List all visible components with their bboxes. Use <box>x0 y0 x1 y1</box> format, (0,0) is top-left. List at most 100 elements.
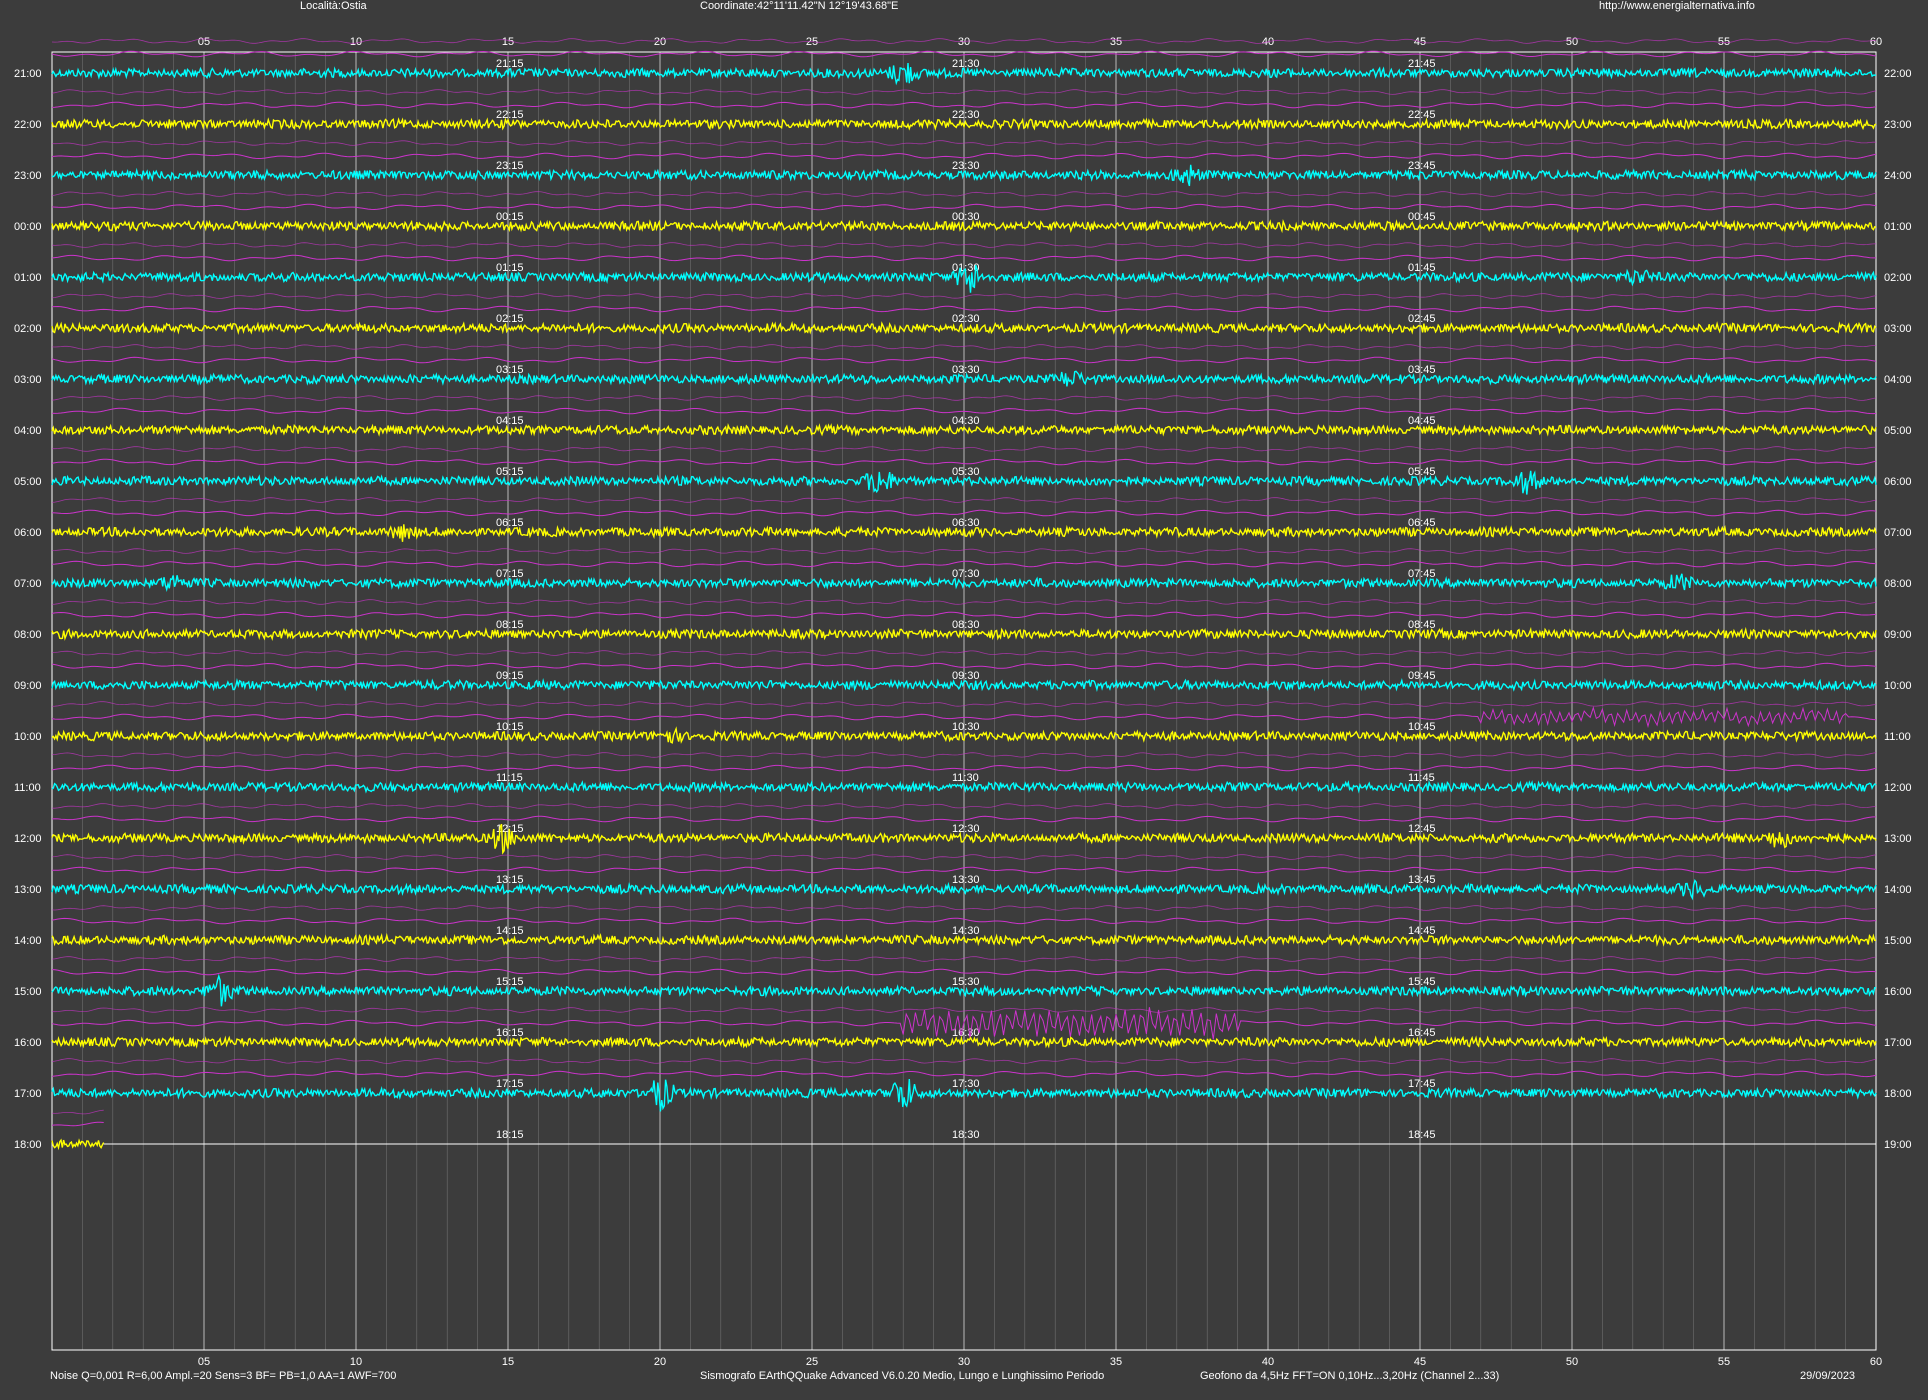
quarter-time-label: 21:45 <box>1408 58 1436 70</box>
quarter-time-label: 22:15 <box>496 109 524 121</box>
quarter-time-label: 13:15 <box>496 874 524 886</box>
quarter-time-label: 07:30 <box>952 568 980 580</box>
row-time-label-left: 00:00 <box>14 221 42 233</box>
quarter-time-label: 16:45 <box>1408 1027 1436 1039</box>
quarter-time-label: 14:15 <box>496 925 524 937</box>
quarter-time-label: 14:45 <box>1408 925 1436 937</box>
row-time-label-left: 18:00 <box>14 1139 42 1151</box>
row-time-label-right: 10:00 <box>1884 680 1912 692</box>
long-period-trace <box>51 1121 104 1127</box>
row-time-label-left: 22:00 <box>14 119 42 131</box>
quarter-time-label: 02:30 <box>952 313 980 325</box>
very-long-period-trace <box>51 1109 104 1115</box>
row-time-label-left: 11:00 <box>14 782 41 794</box>
quarter-time-label: 10:15 <box>496 721 524 733</box>
quarter-time-label: 23:15 <box>496 160 524 172</box>
row-time-label-left: 12:00 <box>14 833 42 845</box>
x-tick-label-bottom: 40 <box>1262 1356 1274 1368</box>
row-time-label-left: 17:00 <box>14 1088 42 1100</box>
quarter-time-label: 15:30 <box>952 976 980 988</box>
x-tick-label-top: 20 <box>654 36 666 48</box>
row-time-label-right: 03:00 <box>1884 323 1912 335</box>
row-time-label-left: 03:00 <box>14 374 42 386</box>
x-tick-label-bottom: 10 <box>350 1356 362 1368</box>
quarter-time-label: 09:30 <box>952 670 980 682</box>
row-time-label-right: 05:00 <box>1884 425 1912 437</box>
quarter-time-label: 04:45 <box>1408 415 1436 427</box>
quarter-time-label: 09:45 <box>1408 670 1436 682</box>
quarter-time-label: 17:15 <box>496 1078 524 1090</box>
quarter-time-label: 22:45 <box>1408 109 1436 121</box>
row-time-label-right: 02:00 <box>1884 272 1912 284</box>
x-tick-label-top: 15 <box>502 36 514 48</box>
quarter-time-label: 00:30 <box>952 211 980 223</box>
date-label: 29/09/2023 <box>1800 1370 1856 1382</box>
x-tick-label-bottom: 50 <box>1566 1356 1578 1368</box>
quarter-time-label: 11:45 <box>1408 772 1435 784</box>
row-time-label-right: 16:00 <box>1884 986 1912 998</box>
settings-label: Noise Q=0,001 R=6,00 Ampl.=20 Sens=3 BF=… <box>50 1370 397 1382</box>
quarter-time-label: 18:30 <box>952 1129 980 1141</box>
row-time-label-left: 02:00 <box>14 323 42 335</box>
x-tick-label-top: 60 <box>1870 36 1882 48</box>
quarter-time-label: 23:30 <box>952 160 980 172</box>
quarter-time-label: 04:30 <box>952 415 980 427</box>
quarter-time-label: 08:15 <box>496 619 524 631</box>
row-time-label-right: 13:00 <box>1884 833 1912 845</box>
quarter-time-label: 21:15 <box>496 58 524 70</box>
quarter-time-label: 17:30 <box>952 1078 980 1090</box>
quarter-time-label: 18:45 <box>1408 1129 1436 1141</box>
row-time-label-left: 10:00 <box>14 731 42 743</box>
row-time-label-right: 22:00 <box>1884 68 1912 80</box>
quarter-time-label: 14:30 <box>952 925 980 937</box>
quarter-time-label: 03:30 <box>952 364 980 376</box>
row-time-label-right: 17:00 <box>1884 1037 1912 1049</box>
quarter-time-label: 08:30 <box>952 619 980 631</box>
quarter-time-label: 13:45 <box>1408 874 1436 886</box>
quarter-time-label: 00:45 <box>1408 211 1436 223</box>
x-tick-label-top: 35 <box>1110 36 1122 48</box>
x-tick-label-bottom: 60 <box>1870 1356 1882 1368</box>
quarter-time-label: 23:45 <box>1408 160 1436 172</box>
row-time-label-right: 12:00 <box>1884 782 1912 794</box>
quarter-time-label: 01:45 <box>1408 262 1436 274</box>
quarter-time-label: 05:15 <box>496 466 524 478</box>
row-time-label-left: 08:00 <box>14 629 42 641</box>
row-time-label-right: 19:00 <box>1884 1139 1912 1151</box>
x-tick-label-bottom: 20 <box>654 1356 666 1368</box>
x-tick-label-bottom: 35 <box>1110 1356 1122 1368</box>
row-time-label-left: 07:00 <box>14 578 42 590</box>
quarter-time-label: 15:15 <box>496 976 524 988</box>
row-time-label-right: 06:00 <box>1884 476 1912 488</box>
quarter-time-label: 10:30 <box>952 721 980 733</box>
quarter-time-label: 21:30 <box>952 58 980 70</box>
x-tick-label-bottom: 15 <box>502 1356 514 1368</box>
x-tick-label-top: 50 <box>1566 36 1578 48</box>
seismogram-plot: 0505101015152020252530303535404045455050… <box>14 36 1912 1368</box>
quarter-time-label: 01:15 <box>496 262 524 274</box>
quarter-time-label: 22:30 <box>952 109 980 121</box>
row-time-label-left: 16:00 <box>14 1037 42 1049</box>
x-tick-label-bottom: 25 <box>806 1356 818 1368</box>
quarter-time-label: 13:30 <box>952 874 980 886</box>
row-time-label-right: 11:00 <box>1884 731 1911 743</box>
row-time-label-right: 08:00 <box>1884 578 1912 590</box>
quarter-time-label: 09:15 <box>496 670 524 682</box>
quarter-time-label: 12:45 <box>1408 823 1436 835</box>
row-time-label-right: 14:00 <box>1884 884 1912 896</box>
quarter-time-label: 00:15 <box>496 211 524 223</box>
quarter-time-label: 06:30 <box>952 517 980 529</box>
quarter-time-label: 02:45 <box>1408 313 1436 325</box>
row-time-label-left: 13:00 <box>14 884 42 896</box>
row-time-label-right: 23:00 <box>1884 119 1912 131</box>
quarter-time-label: 06:45 <box>1408 517 1436 529</box>
quarter-time-label: 15:45 <box>1408 976 1436 988</box>
quarter-time-label: 18:15 <box>496 1129 524 1141</box>
quarter-time-label: 10:45 <box>1408 721 1436 733</box>
x-tick-label-bottom: 30 <box>958 1356 970 1368</box>
row-time-label-left: 01:00 <box>14 272 42 284</box>
row-time-label-right: 09:00 <box>1884 629 1912 641</box>
software-label: Sismografo EArthQQuake Advanced V6.0.20 … <box>700 1370 1105 1382</box>
quarter-time-label: 02:15 <box>496 313 524 325</box>
quarter-time-label: 06:15 <box>496 517 524 529</box>
